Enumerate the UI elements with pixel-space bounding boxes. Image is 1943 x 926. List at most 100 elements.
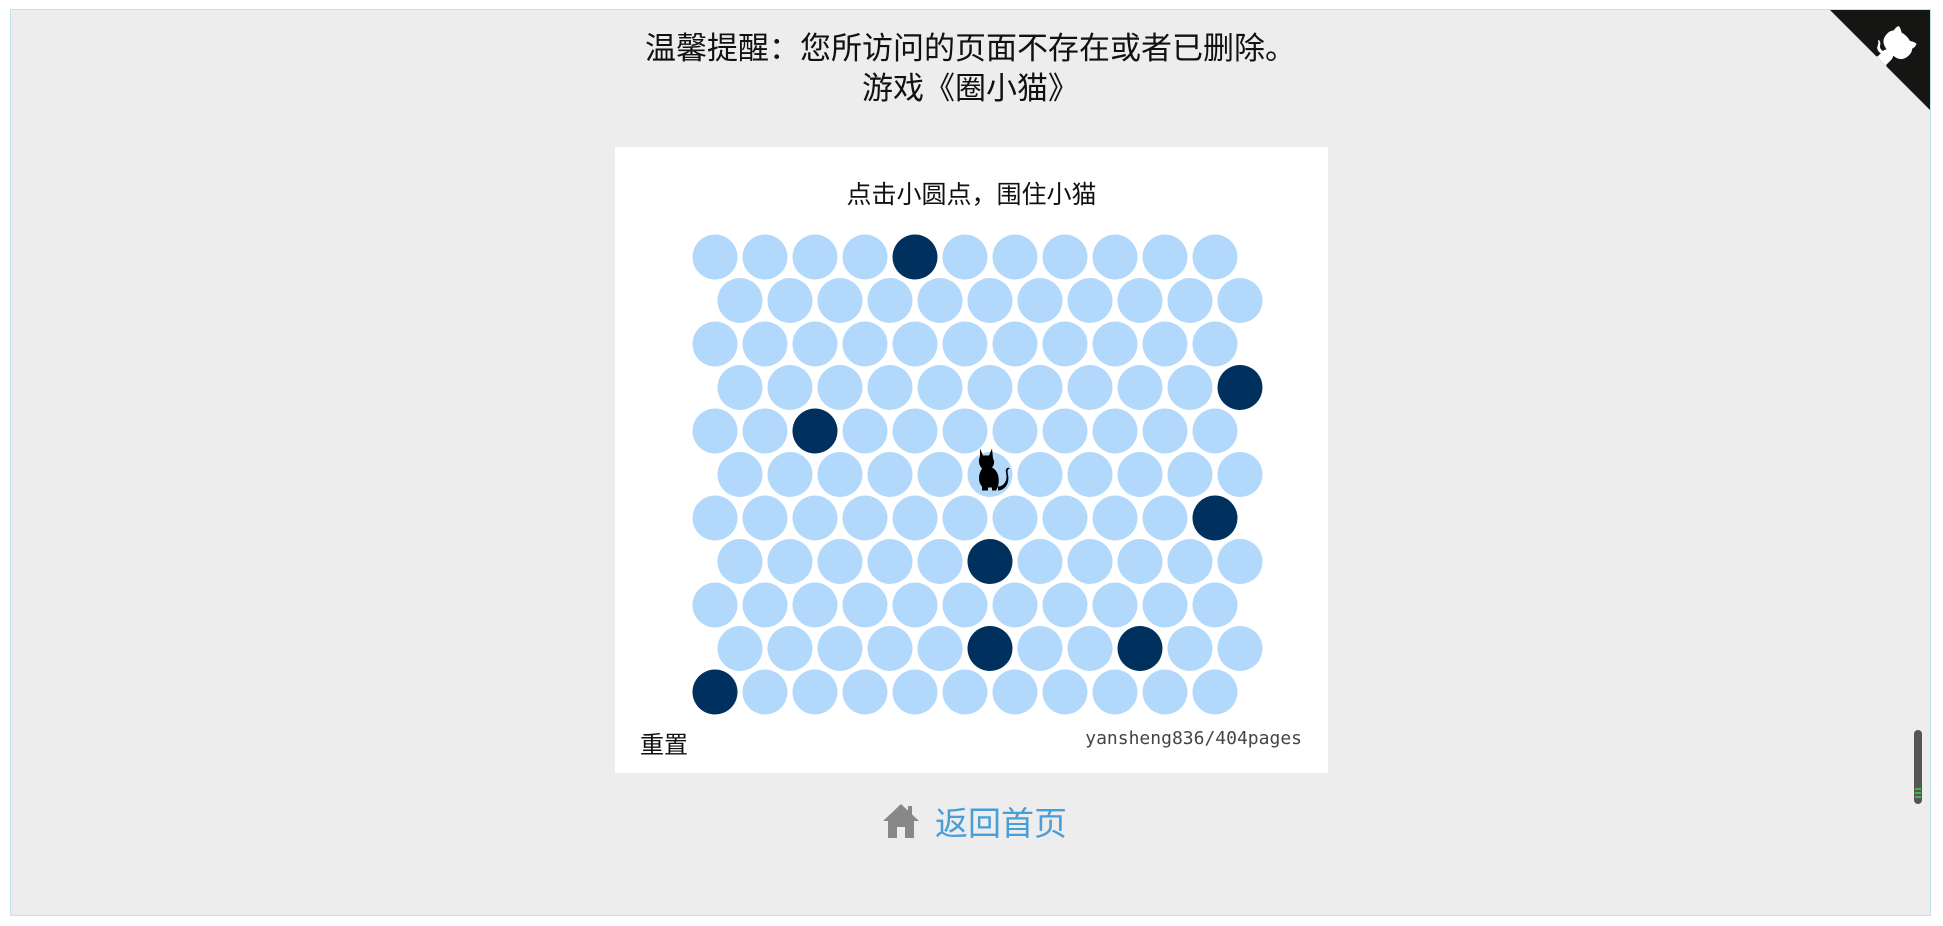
board-dot[interactable] (892, 495, 938, 541)
board-dot[interactable] (742, 582, 788, 628)
board-dot[interactable] (792, 582, 838, 628)
board-dot[interactable] (1167, 278, 1213, 323)
board-dot[interactable] (1142, 321, 1188, 367)
board-dot[interactable] (1017, 539, 1063, 584)
board-dot[interactable] (942, 234, 988, 280)
board-dot[interactable] (1067, 452, 1113, 497)
board-dot[interactable] (742, 495, 788, 541)
home-link[interactable]: 返回首页 (881, 796, 1067, 846)
board-dot[interactable] (742, 669, 788, 715)
board-dot[interactable] (692, 495, 738, 541)
board-dot[interactable] (942, 321, 988, 367)
board-dot[interactable] (1142, 669, 1188, 715)
board-dot[interactable] (767, 452, 813, 497)
board-dot[interactable] (942, 495, 988, 541)
board-dot[interactable] (1042, 669, 1088, 715)
board-dot[interactable] (1167, 626, 1213, 671)
board-dot[interactable] (817, 626, 863, 671)
board-dot[interactable] (1192, 234, 1238, 280)
board-dot[interactable] (1067, 626, 1113, 671)
board-dot[interactable] (1117, 539, 1163, 584)
board-dot[interactable] (692, 582, 738, 628)
board-dot[interactable] (867, 539, 913, 584)
scrollbar-thumb[interactable] (1914, 730, 1922, 804)
board-dot[interactable] (892, 408, 938, 454)
board-dot[interactable] (892, 582, 938, 628)
board-dot[interactable] (992, 321, 1038, 367)
board-dot[interactable] (1167, 539, 1213, 584)
board-dot[interactable] (1217, 278, 1263, 323)
board-dot[interactable] (717, 278, 763, 323)
board-dot[interactable] (1117, 452, 1163, 497)
board-dot[interactable] (867, 278, 913, 323)
board-dot[interactable] (1042, 234, 1088, 280)
board-dot[interactable] (742, 408, 788, 454)
board-dot[interactable] (1192, 582, 1238, 628)
board-dot[interactable] (742, 321, 788, 367)
game-board[interactable] (615, 147, 1328, 773)
board-dot[interactable] (1017, 278, 1063, 323)
board-dot[interactable] (1017, 365, 1063, 410)
board-dot[interactable] (1167, 452, 1213, 497)
board-dot[interactable] (1042, 408, 1088, 454)
board-dot[interactable] (1092, 408, 1138, 454)
github-corner-link[interactable] (1830, 10, 1930, 110)
board-dot[interactable] (892, 321, 938, 367)
board-dot[interactable] (867, 452, 913, 497)
board-dot[interactable] (1142, 582, 1188, 628)
board-dot[interactable] (717, 539, 763, 584)
board-dot[interactable] (1067, 539, 1113, 584)
board-dot[interactable] (842, 234, 888, 280)
board-dot[interactable] (1092, 234, 1138, 280)
board-dot[interactable] (1042, 321, 1088, 367)
board-dot[interactable] (967, 278, 1013, 323)
board-dot[interactable] (717, 365, 763, 410)
board-dot[interactable] (817, 539, 863, 584)
board-dot[interactable] (1117, 365, 1163, 410)
board-dot[interactable] (1017, 626, 1063, 671)
board-dot[interactable] (842, 321, 888, 367)
board-dot[interactable] (992, 408, 1038, 454)
board-dot[interactable] (992, 234, 1038, 280)
board-dot[interactable] (692, 234, 738, 280)
board-dot[interactable] (817, 365, 863, 410)
board-dot[interactable] (967, 365, 1013, 410)
board-dot[interactable] (892, 669, 938, 715)
board-dot[interactable] (1017, 452, 1063, 497)
board-dot[interactable] (942, 669, 988, 715)
board-dot[interactable] (792, 495, 838, 541)
board-dot[interactable] (717, 626, 763, 671)
board-dot[interactable] (1192, 321, 1238, 367)
reset-button[interactable]: 重置 (640, 725, 688, 760)
board-dot[interactable] (942, 408, 988, 454)
board-dot[interactable] (1092, 495, 1138, 541)
board-dot[interactable] (992, 669, 1038, 715)
board-dot[interactable] (917, 278, 963, 323)
board-dot[interactable] (842, 582, 888, 628)
board-dot[interactable] (817, 452, 863, 497)
board-dot[interactable] (1167, 365, 1213, 410)
board-dot[interactable] (792, 234, 838, 280)
board-dot[interactable] (842, 495, 888, 541)
board-dot[interactable] (717, 452, 763, 497)
board-dot[interactable] (1042, 582, 1088, 628)
board-dot[interactable] (1042, 495, 1088, 541)
board-dot[interactable] (1117, 278, 1163, 323)
board-dot[interactable] (992, 495, 1038, 541)
board-dot[interactable] (1217, 452, 1263, 497)
board-dot[interactable] (1092, 321, 1138, 367)
board-dot[interactable] (692, 321, 738, 367)
board-dot[interactable] (917, 452, 963, 497)
board-dot[interactable] (917, 626, 963, 671)
board-dot[interactable] (917, 365, 963, 410)
board-dot[interactable] (817, 278, 863, 323)
board-dot[interactable] (767, 539, 813, 584)
board-dot[interactable] (1142, 408, 1188, 454)
board-dot[interactable] (842, 669, 888, 715)
board-dot[interactable] (992, 582, 1038, 628)
board-dot[interactable] (1217, 539, 1263, 584)
board-dot[interactable] (1217, 626, 1263, 671)
board-dot[interactable] (1067, 365, 1113, 410)
board-dot[interactable] (767, 365, 813, 410)
board-dot[interactable] (1092, 669, 1138, 715)
